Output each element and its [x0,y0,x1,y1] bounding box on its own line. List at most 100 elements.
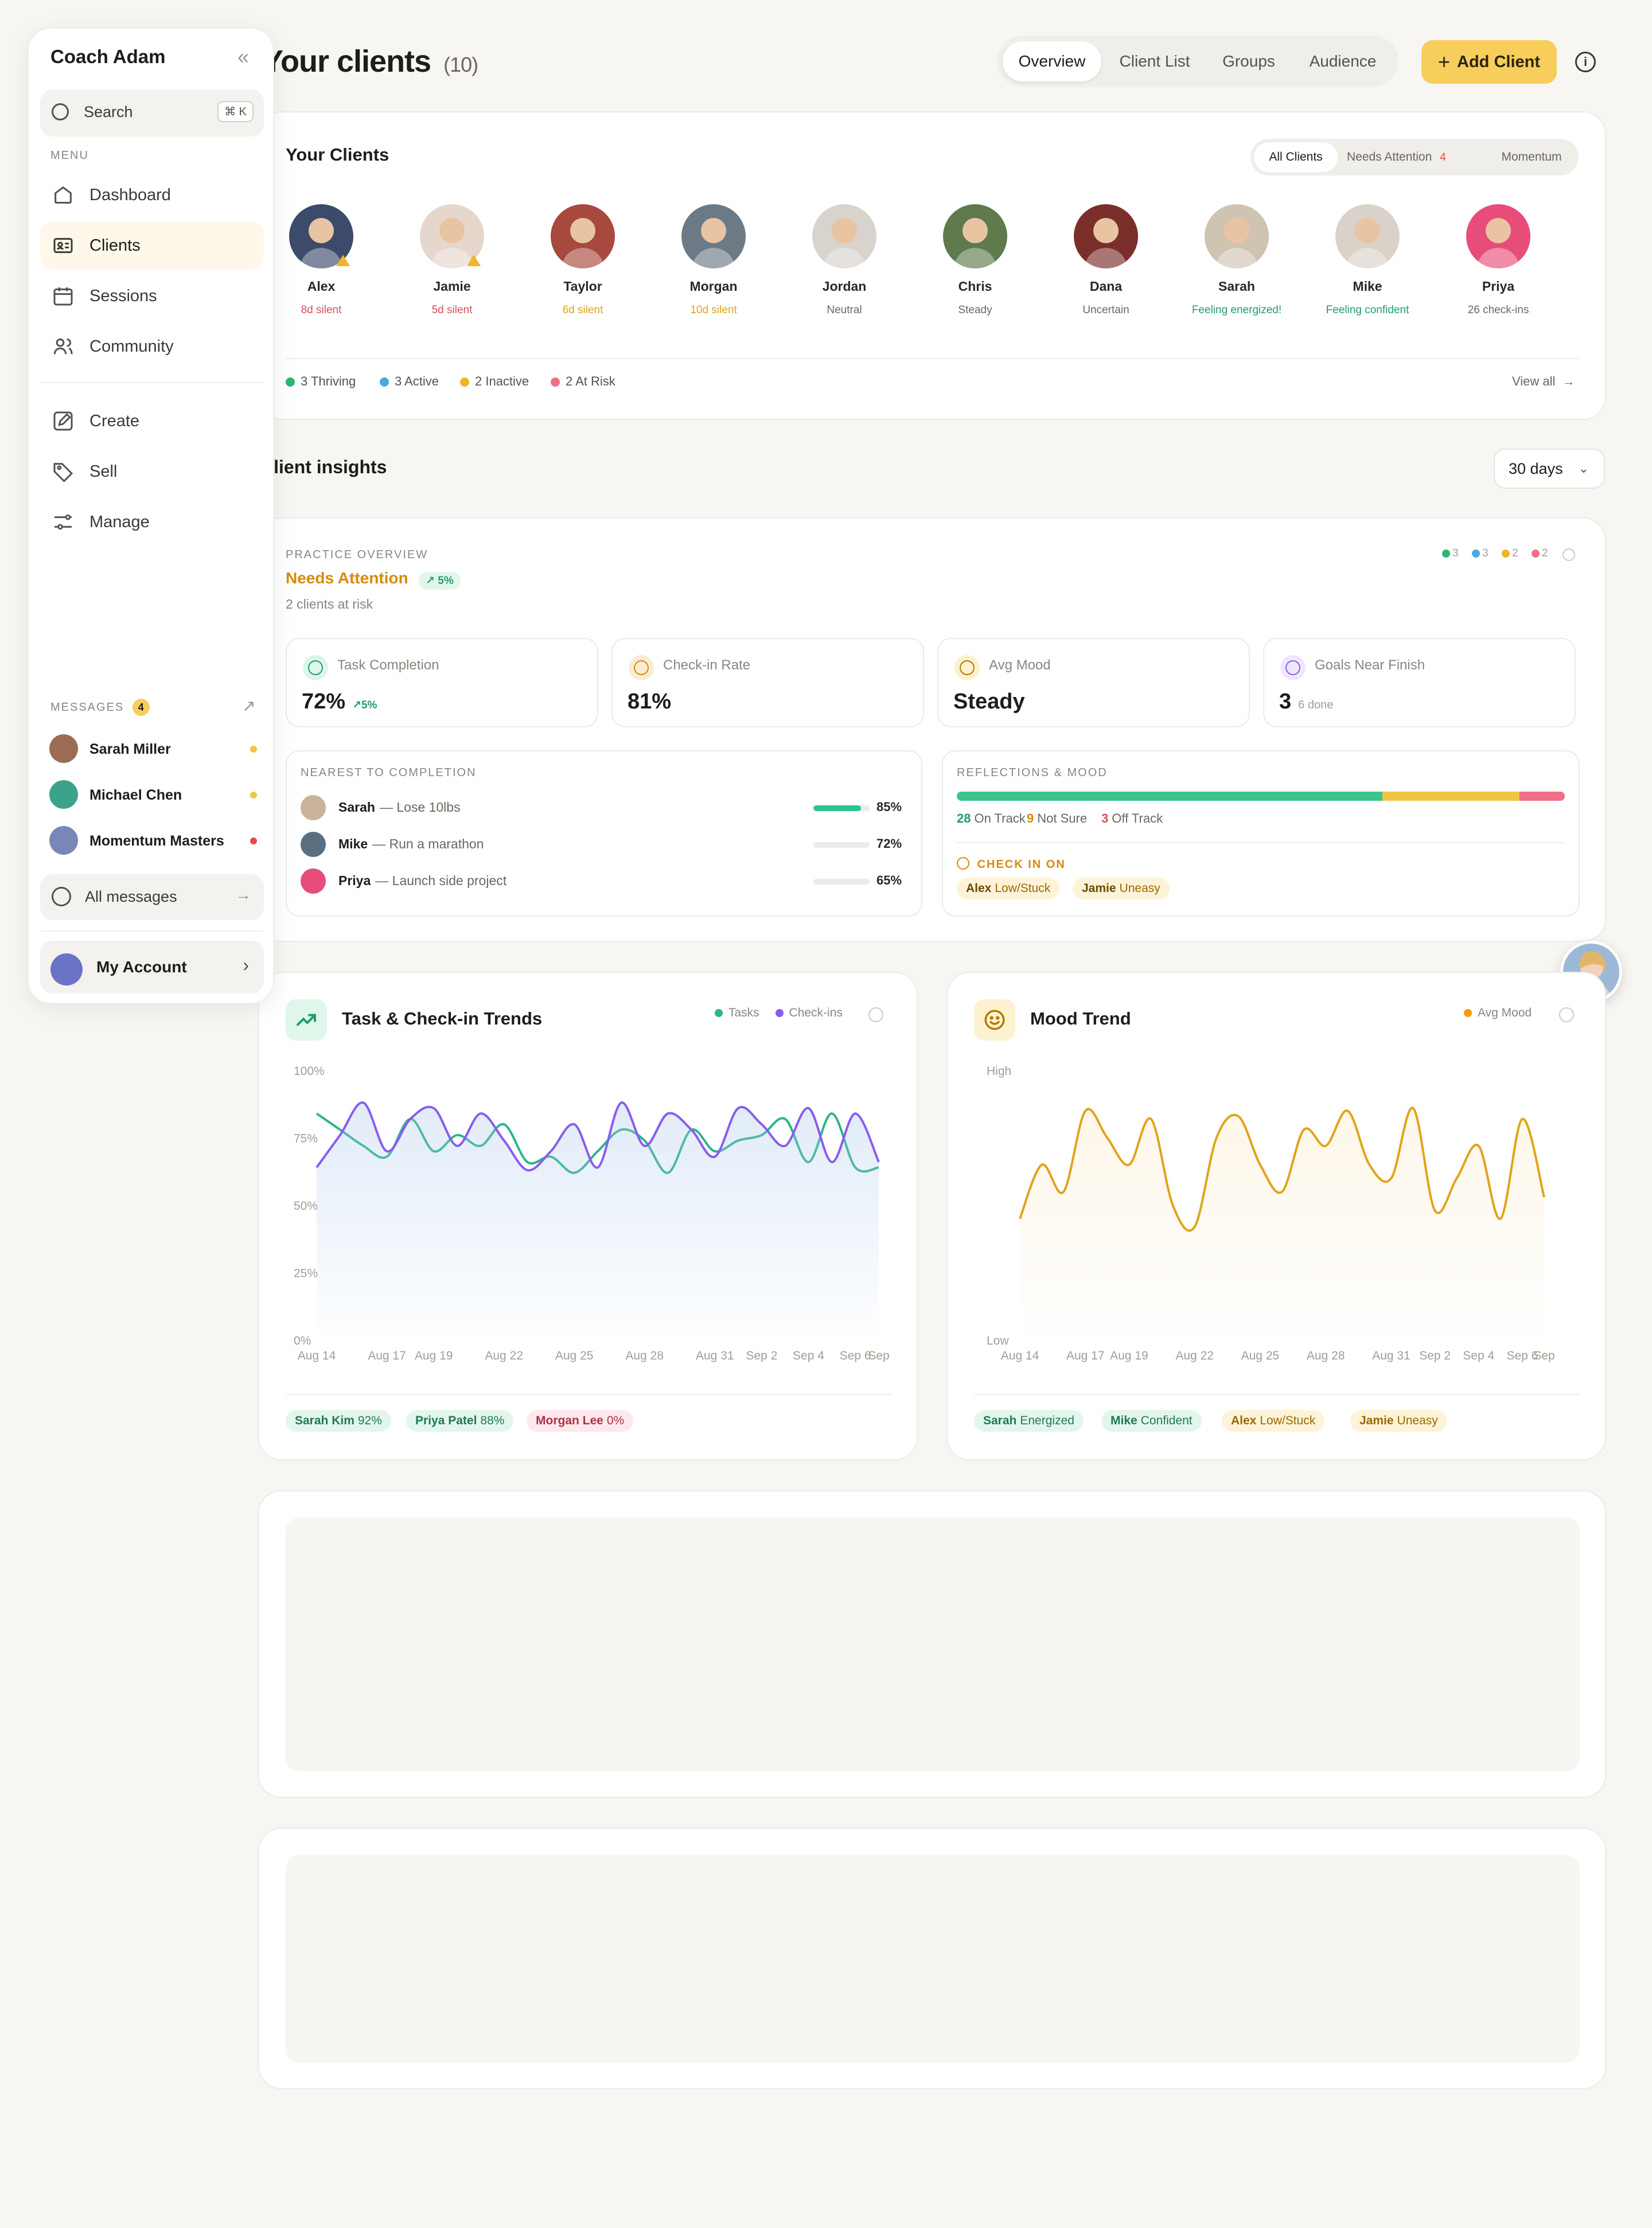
client-status: Feeling confident [1326,304,1409,316]
client-item[interactable]: Chris Steady [918,204,1032,336]
view-all-link[interactable]: View all → [1512,374,1575,389]
client-item[interactable]: Priya 26 check-ins [1441,204,1556,336]
insights-title: Client insights [260,457,387,477]
status-pill[interactable]: Sarah Kim 92% [286,1410,391,1432]
legend-dot [551,377,560,387]
tab-audience[interactable]: Audience [1294,41,1392,81]
sidebar-item-community[interactable]: Community [40,322,264,371]
messages-heading: MESSAGES 4 [50,699,150,716]
tab-client-list[interactable]: Client List [1106,41,1203,81]
goal-row[interactable]: Priya — Launch side project 65% [301,867,909,896]
trophy-icon [1280,655,1306,680]
avatar [49,734,78,763]
calendar-icon [53,287,73,306]
filter-momentum[interactable]: Momentum [1491,142,1572,172]
pill-name: Mike [1111,1414,1137,1427]
x-tick-label: Sep 6 [840,1349,871,1362]
all-messages-button[interactable]: All messages → [40,874,264,920]
tasks-dot [715,1009,723,1018]
client-item[interactable]: Taylor 6d silent [525,204,640,336]
check-in-pill[interactable]: Jamie Uneasy [1073,878,1170,899]
status-pill[interactable]: Morgan Lee 0% [527,1410,634,1432]
info-icon[interactable] [1559,1007,1574,1022]
add-client-button[interactable]: + Add Client [1421,40,1557,84]
pill-name: Priya Patel [415,1414,477,1427]
help-icon[interactable] [1563,548,1575,561]
sidebar-item-manage[interactable]: Manage [40,498,264,546]
search-input[interactable]: Search ⌘ K [40,89,264,137]
range-value: 30 days [1509,460,1563,477]
client-item[interactable]: Jamie 5d silent [395,204,509,336]
mood-bar-segment [1519,792,1565,801]
status-pill[interactable]: Mike Confident [1101,1410,1202,1432]
y-tick-label: High [987,1065,1011,1078]
message-item[interactable]: Momentum Masters [40,821,264,859]
tab-overview[interactable]: Overview [1003,41,1101,81]
sidebar-item-dashboard[interactable]: Dashboard [40,171,264,219]
message-item[interactable]: Michael Chen [40,776,264,813]
check-in-label: CHECK IN ON [977,858,1066,871]
status-pill[interactable]: Sarah Energized [974,1410,1084,1432]
kpi-label: Check-in Rate [663,657,751,673]
mood-bar-segment [1382,792,1519,801]
kpi-label: Avg Mood [989,657,1051,673]
status-dot-count: 2 [1502,547,1518,560]
status-dot [1472,549,1480,558]
add-client-label: Add Client [1457,52,1541,71]
tab-groups[interactable]: Groups [1207,41,1291,81]
filter-all-clients[interactable]: All Clients [1254,142,1338,172]
status-pill[interactable]: Jamie Uneasy [1350,1410,1447,1432]
reflections-label: REFLECTIONS & MOOD [957,766,1108,779]
filter-needs-attention[interactable]: Needs Attention 4 [1347,142,1485,172]
x-tick-label: Aug 31 [696,1349,734,1362]
legend-checkins: Check-ins [789,1006,843,1019]
unread-dot [250,838,257,844]
client-name: Morgan [689,279,738,294]
legend-tasks: Tasks [728,1006,759,1019]
sidebar-item-create[interactable]: Create [40,397,264,445]
client-item[interactable]: Sarah Feeling energized! [1179,204,1294,336]
sidebar-item-clients[interactable]: Clients [40,221,264,270]
mood-bar-segment [957,792,1382,801]
message-item[interactable]: Sarah Miller [40,730,264,768]
check-in-pill[interactable]: Alex Low/Stuck [957,878,1060,899]
mood-split-label: On Track [974,811,1026,825]
client-status: 8d silent [301,304,342,316]
info-icon[interactable]: i [1575,52,1596,72]
external-link-icon[interactable]: ↗ [242,696,255,715]
my-account-label: My Account [96,958,187,976]
check-in-state: Low/Stuck [995,882,1051,895]
status-dot-number: 2 [1512,547,1518,559]
pill-name: Alex [1231,1414,1257,1427]
sidebar-item-sessions[interactable]: Sessions [40,272,264,320]
goal-row[interactable]: Sarah — Lose 10lbs 85% [301,794,909,823]
client-item[interactable]: Mike Feeling confident [1310,204,1425,336]
trends-title: Task & Check-in Trends [342,1008,543,1029]
check-in-name: Alex [966,882,992,895]
y-tick-label: 25% [294,1267,318,1280]
range-select[interactable]: 30 days ⌄ [1494,449,1605,489]
client-item[interactable]: Alex 8d silent [264,204,379,336]
sidebar-item-sell[interactable]: Sell [40,447,264,496]
search-placeholder: Search [84,103,133,120]
client-item[interactable]: Dana Uncertain [1049,204,1163,336]
status-pill[interactable]: Alex Low/Stuck [1222,1410,1325,1432]
search-shortcut: ⌘ K [217,101,254,122]
client-item[interactable]: Jordan Neutral [787,204,902,336]
message-sender: Momentum Masters [89,833,224,849]
trend-up-icon: ↗ [352,699,361,711]
info-icon[interactable] [868,1007,883,1022]
warning-icon [467,255,481,266]
client-item[interactable]: Morgan 10d silent [656,204,771,336]
card-title: Your Clients [286,145,389,165]
sidebar-item-label: Community [89,337,174,356]
divider [974,1394,1580,1395]
my-account-button[interactable]: My Account › [40,941,264,994]
avatar [50,953,83,986]
status-pill[interactable]: Priya Patel 88% [406,1410,514,1432]
mood-split-count: 28 [957,811,971,825]
pill-value: Low/Stuck [1260,1414,1316,1427]
series-area [317,1103,879,1337]
collapse-sidebar-icon[interactable]: « [237,45,249,69]
goal-row[interactable]: Mike — Run a marathon 72% [301,831,909,859]
